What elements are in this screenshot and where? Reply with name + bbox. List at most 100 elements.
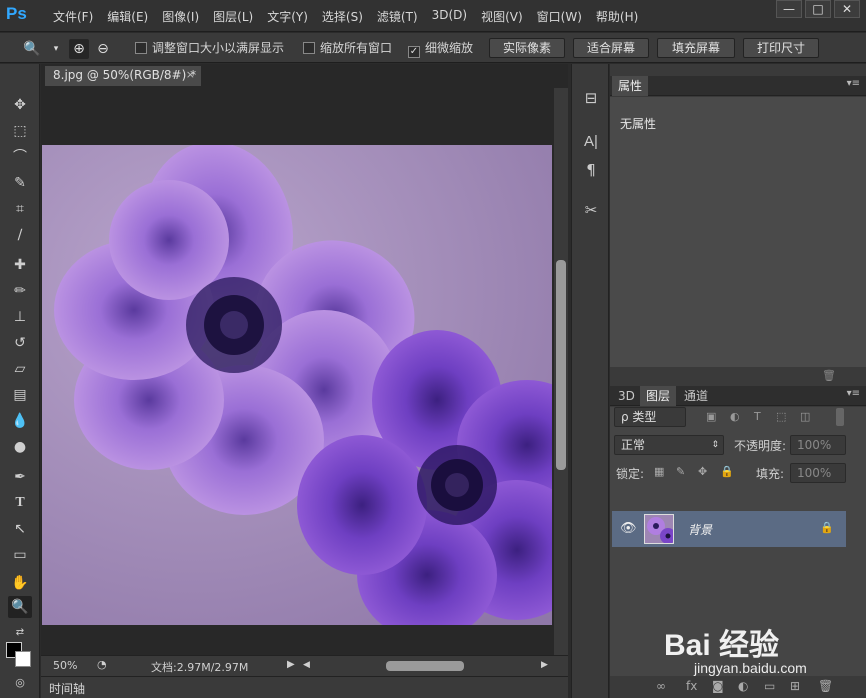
history-brush-tool-icon[interactable]: ↺ — [8, 332, 32, 354]
menu-select[interactable]: 选择(S) — [315, 6, 370, 27]
filter-adjust-icon[interactable]: ◐ — [730, 410, 740, 423]
zoom-all-option[interactable]: 缩放所有窗口 — [303, 39, 392, 57]
visibility-eye-icon[interactable]: 👁 — [620, 521, 637, 536]
panel-menu-icon[interactable]: ▾≡ — [847, 78, 860, 89]
trash-icon[interactable]: 🗑 — [822, 369, 836, 382]
gradient-tool-icon[interactable]: ▤ — [8, 384, 32, 406]
lock-position-icon[interactable]: ✥ — [698, 465, 707, 478]
blend-mode-select[interactable]: 正常 ⇕ — [614, 435, 724, 455]
minimize-button[interactable]: — — [776, 0, 802, 18]
lock-all-icon[interactable]: 🔒 — [720, 465, 734, 478]
move-tool-icon[interactable]: ✥ — [8, 94, 32, 116]
maximize-button[interactable]: □ — [805, 0, 831, 18]
fit-screen-button[interactable]: 适合屏幕 — [573, 38, 649, 58]
menu-image[interactable]: 图像(I) — [155, 6, 206, 27]
timeline-label: 时间轴 — [49, 682, 86, 696]
actual-pixels-button[interactable]: 实际像素 — [489, 38, 565, 58]
layer-filter-select[interactable]: ρ 类型 — [614, 407, 686, 427]
crop-tool-icon[interactable]: ⌗ — [8, 198, 32, 220]
menu-layer[interactable]: 图层(L) — [206, 6, 260, 27]
zoom-in-icon[interactable]: ⊕ — [69, 39, 89, 59]
quick-selection-tool-icon[interactable]: ✎ — [8, 172, 32, 194]
filter-type-icon[interactable]: T — [754, 410, 761, 423]
close-document-icon[interactable]: × — [186, 68, 195, 81]
document-info: 文档:2.97M/2.97M — [151, 661, 249, 674]
shape-tool-icon[interactable]: ▭ — [8, 544, 32, 566]
timeline-panel[interactable]: 时间轴 — [41, 676, 568, 698]
default-colors-icon[interactable]: ⇄ — [8, 622, 32, 644]
menu-view[interactable]: 视图(V) — [474, 6, 530, 27]
tool-presets-icon[interactable]: ✂ — [579, 198, 603, 222]
character-panel-icon[interactable]: A| — [579, 130, 603, 154]
zoom-tool-icon[interactable]: 🔍 — [8, 596, 32, 618]
fill-screen-button[interactable]: 填充屏幕 — [657, 38, 735, 58]
vertical-scroll-thumb[interactable] — [556, 260, 566, 470]
horizontal-scroll-thumb[interactable] — [386, 661, 464, 671]
blur-tool-icon[interactable]: 💧 — [8, 410, 32, 432]
zoom-out-icon[interactable]: ⊖ — [93, 39, 113, 59]
clone-stamp-tool-icon[interactable]: ⊥ — [8, 306, 32, 328]
layer-thumbnail — [644, 514, 674, 544]
lock-label: 锁定: — [616, 467, 645, 481]
menu-filter[interactable]: 滤镜(T) — [370, 6, 425, 27]
document-tab[interactable]: 8.jpg @ 50%(RGB/8#) * × — [45, 66, 201, 86]
menu-help[interactable]: 帮助(H) — [589, 6, 645, 27]
resize-windows-checkbox[interactable] — [135, 42, 147, 54]
scrubby-zoom-checkbox[interactable]: ✓ — [408, 46, 420, 58]
tab-channels[interactable]: 通道 — [678, 386, 714, 406]
share-icon[interactable]: ◔ — [97, 658, 107, 671]
scroll-left-icon[interactable]: ◀ — [303, 660, 310, 670]
paragraph-panel-icon[interactable]: ¶ — [579, 158, 603, 182]
menu-file[interactable]: 文件(F) — [46, 6, 100, 27]
vertical-scrollbar[interactable] — [554, 88, 568, 660]
tab-layers[interactable]: 图层 — [640, 386, 677, 406]
zoom-level[interactable]: 50% — [53, 659, 77, 672]
tab-properties[interactable]: 属性 — [612, 76, 649, 96]
path-selection-tool-icon[interactable]: ↖ — [8, 518, 32, 540]
filter-pixel-icon[interactable]: ▣ — [706, 410, 716, 423]
flower-image — [42, 145, 552, 625]
filter-toggle-icon[interactable] — [836, 408, 844, 426]
layers-tabs: 3D 图层 通道 ▾≡ — [610, 386, 866, 406]
zoom-tool-preset-icon[interactable]: 🔍 — [22, 39, 42, 59]
lock-transparent-icon[interactable]: ▦ — [654, 465, 664, 478]
status-menu-arrow-icon[interactable]: ▶ — [287, 659, 295, 670]
image-canvas[interactable] — [42, 145, 552, 625]
fill-input[interactable]: 100% — [790, 463, 846, 483]
eyedropper-tool-icon[interactable]: ∕ — [8, 224, 32, 246]
dodge-tool-icon[interactable]: ● — [8, 436, 32, 458]
background-color-swatch[interactable] — [15, 651, 31, 667]
menu-window[interactable]: 窗口(W) — [530, 6, 589, 27]
print-size-button[interactable]: 打印尺寸 — [743, 38, 819, 58]
type-tool-icon[interactable]: T — [8, 492, 32, 514]
lasso-tool-icon[interactable]: ⌒ — [8, 146, 32, 168]
filter-smart-icon[interactable]: ◫ — [800, 410, 810, 423]
opacity-input[interactable]: 100% — [790, 435, 846, 455]
menu-type[interactable]: 文字(Y) — [260, 6, 315, 27]
window-controls: — □ ✕ — [776, 0, 860, 18]
healing-brush-tool-icon[interactable]: ✚ — [8, 254, 32, 276]
marquee-tool-icon[interactable]: ⬚ — [8, 120, 32, 142]
brush-tool-icon[interactable]: ✏ — [8, 280, 32, 302]
zoom-all-checkbox[interactable] — [303, 42, 315, 54]
layer-row-background[interactable]: 👁 背景 🔒 — [612, 511, 846, 547]
scrubby-zoom-option[interactable]: ✓ 细微缩放 — [408, 39, 473, 58]
eraser-tool-icon[interactable]: ▱ — [8, 358, 32, 380]
hand-tool-icon[interactable]: ✋ — [8, 572, 32, 594]
lock-image-icon[interactable]: ✎ — [676, 465, 685, 478]
menu-edit[interactable]: 编辑(E) — [100, 6, 155, 27]
chevron-down-icon[interactable]: ▾ — [46, 39, 66, 59]
baidu-jingyan-watermark: Bai 经验 jingyan.baidu.com — [664, 602, 864, 692]
menu-3d[interactable]: 3D(D) — [425, 6, 474, 27]
close-button[interactable]: ✕ — [834, 0, 860, 18]
menu-items: 文件(F) 编辑(E) 图像(I) 图层(L) 文字(Y) 选择(S) 滤镜(T… — [46, 6, 645, 27]
filter-shape-icon[interactable]: ⬚ — [776, 410, 786, 423]
quick-mask-icon[interactable]: ◎ — [8, 672, 32, 694]
properties-panel: 无属性 — [610, 97, 866, 377]
scroll-right-icon[interactable]: ▶ — [541, 660, 548, 670]
pen-tool-icon[interactable]: ✒ — [8, 466, 32, 488]
tab-3d[interactable]: 3D — [612, 386, 641, 406]
history-panel-icon[interactable]: ⊟ — [579, 86, 603, 110]
layers-menu-icon[interactable]: ▾≡ — [847, 388, 860, 399]
resize-windows-option[interactable]: 调整窗口大小以满屏显示 — [135, 39, 284, 57]
